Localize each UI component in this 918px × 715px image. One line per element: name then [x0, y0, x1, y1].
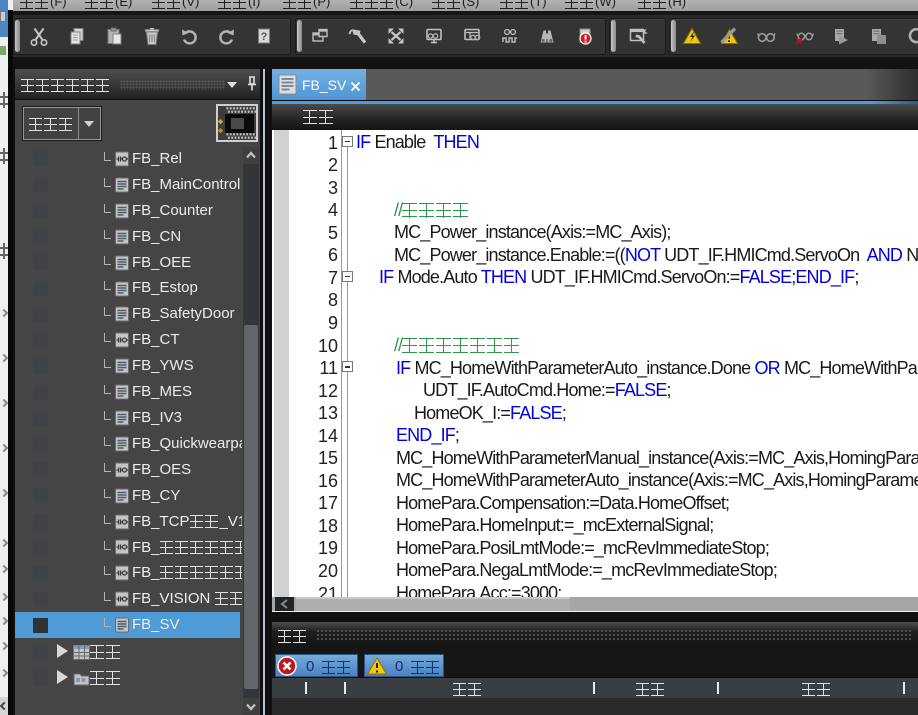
svg-text:?: ?: [261, 31, 268, 43]
